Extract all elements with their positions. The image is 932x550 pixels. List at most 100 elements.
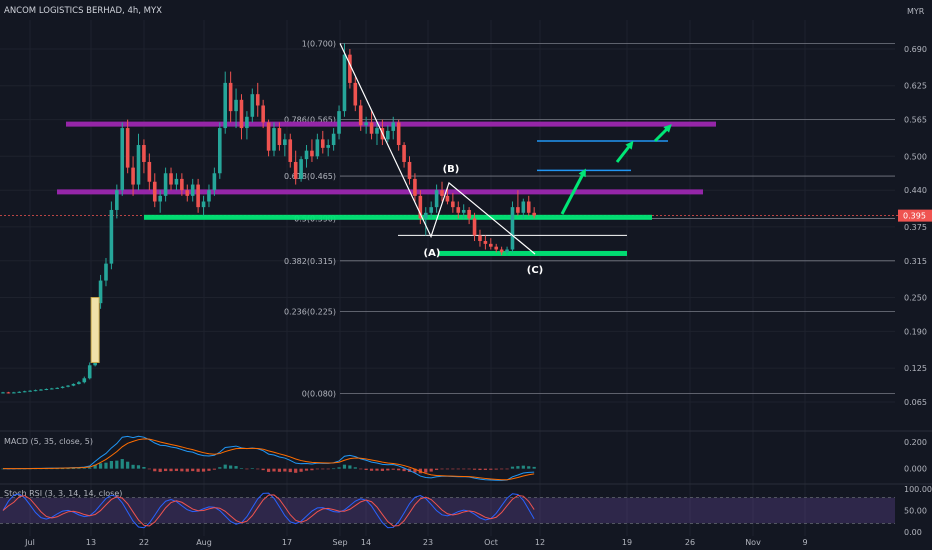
macd-histogram-bar <box>277 468 282 472</box>
candle-body <box>478 235 482 242</box>
x-tick-label: Jul <box>24 538 35 547</box>
macd-histogram-bar <box>169 468 173 472</box>
candle-body <box>505 249 509 253</box>
y-tick-label: 0.440 <box>904 186 927 195</box>
price-axis[interactable]: 0.690 0.625 0.565 0.500 0.440 0.375 0.315 0.250… <box>904 45 927 407</box>
macd-histogram-bar <box>369 468 374 471</box>
time-axis[interactable]: Jul 13 22 Aug 17 Sep 14 23 Oct 12 19 26 Nov 9 <box>24 538 807 547</box>
stoch-tick-label: 0.00 <box>904 528 922 537</box>
x-tick-label: 26 <box>685 538 695 547</box>
candle-body <box>386 130 390 140</box>
macd-histogram-bar <box>391 468 395 470</box>
candle-body <box>147 161 152 182</box>
candle-body <box>499 249 504 253</box>
macd-histogram-bar <box>185 468 189 472</box>
candle-body <box>288 139 293 162</box>
candle-body <box>142 145 146 162</box>
macd-histogram-bar <box>326 468 330 470</box>
macd-histogram-bar <box>353 467 357 469</box>
candle-body <box>39 389 43 391</box>
candle-body <box>82 378 87 383</box>
candle-body <box>87 365 92 379</box>
fib-level-label: 0(0.080) <box>302 390 336 399</box>
macd-histogram-bar <box>180 468 184 472</box>
wave-label: (A) <box>424 248 441 259</box>
macd-histogram-bar <box>104 462 108 469</box>
candle-body <box>109 209 114 264</box>
candle-body <box>174 178 179 185</box>
candle-body <box>49 388 54 390</box>
breakout-highlight-box <box>90 297 100 363</box>
macd-histogram-bar <box>201 468 206 472</box>
macd-histogram-bar <box>115 460 119 469</box>
candle-body <box>429 207 433 213</box>
x-tick-label: 23 <box>423 538 433 547</box>
x-tick-label: 22 <box>139 538 149 547</box>
candle-body <box>180 178 184 191</box>
candle-body <box>266 122 271 151</box>
candle-body <box>12 392 16 394</box>
candle-body <box>348 54 352 83</box>
candle-body <box>461 209 466 213</box>
candle-body <box>218 128 222 174</box>
candle-body <box>245 116 249 129</box>
candle-body <box>489 243 493 247</box>
candle-body <box>115 190 119 210</box>
macd-histogram-bar <box>207 468 211 471</box>
x-tick-label: Oct <box>484 538 498 547</box>
macd-histogram-bar <box>467 468 471 470</box>
candle-body <box>402 145 406 162</box>
candle-body <box>22 391 27 393</box>
macd-legend: MACD (5, 35, close, 5) <box>4 437 93 446</box>
candle-body <box>272 128 276 151</box>
candle-body <box>304 150 309 160</box>
y-tick-label: 0.190 <box>904 327 927 336</box>
macd-histogram-bar <box>266 468 271 472</box>
candle-body <box>55 387 59 389</box>
macd-histogram-bar <box>315 468 319 470</box>
currency-label: MYR <box>907 7 925 16</box>
macd-histogram-bar <box>304 468 309 471</box>
macd-histogram-bar <box>153 468 157 472</box>
candle-body <box>375 128 379 134</box>
sr-band <box>144 214 652 220</box>
candle-body <box>223 82 228 129</box>
wave-label: (B) <box>443 164 460 175</box>
candle-body <box>456 207 461 213</box>
target-arrow <box>615 140 634 163</box>
candle-body <box>494 246 499 250</box>
macd-histogram-bar <box>348 465 352 469</box>
candle-body <box>163 173 168 196</box>
macd-tick-label: 0.200 <box>904 438 927 447</box>
macd-histogram-bar <box>478 468 482 470</box>
macd-histogram-bar <box>483 468 487 470</box>
candle-body <box>320 139 325 148</box>
x-tick-label: 19 <box>622 538 632 547</box>
candle-body <box>77 382 81 384</box>
candle-body <box>391 122 396 131</box>
candle-body <box>60 386 65 388</box>
candle-body <box>228 82 233 112</box>
candle-body <box>310 150 314 157</box>
macd-tick-label: 0.000 <box>904 465 927 474</box>
macd-histogram-bar <box>321 468 325 470</box>
macd-histogram-bar <box>239 468 244 469</box>
chart-canvas[interactable]: ANCOM LOGISTICS BERHAD, 4h, MYX MYR 1(0.… <box>0 0 932 550</box>
fib-level-label: 0.382(0.315) <box>284 257 336 266</box>
macd-histogram-bar <box>489 468 493 470</box>
y-tick-label: 0.250 <box>904 294 927 303</box>
macd-histogram-bar <box>494 468 498 470</box>
fib-level-label: 1(0.700) <box>302 39 336 48</box>
candle-body <box>190 184 195 196</box>
macd-histogram-bar <box>88 467 92 469</box>
y-tick-label: 0.625 <box>904 82 927 91</box>
candle-body <box>169 173 173 185</box>
candle-body <box>472 218 477 236</box>
x-tick-label: Sep <box>332 538 347 547</box>
macd-histogram-bar <box>532 466 536 469</box>
main-gridlines <box>0 20 898 536</box>
candle-body <box>66 385 70 387</box>
macd-histogram-bar <box>521 465 525 469</box>
macd-histogram-bar <box>299 468 303 472</box>
macd-histogram-bar <box>435 468 439 470</box>
